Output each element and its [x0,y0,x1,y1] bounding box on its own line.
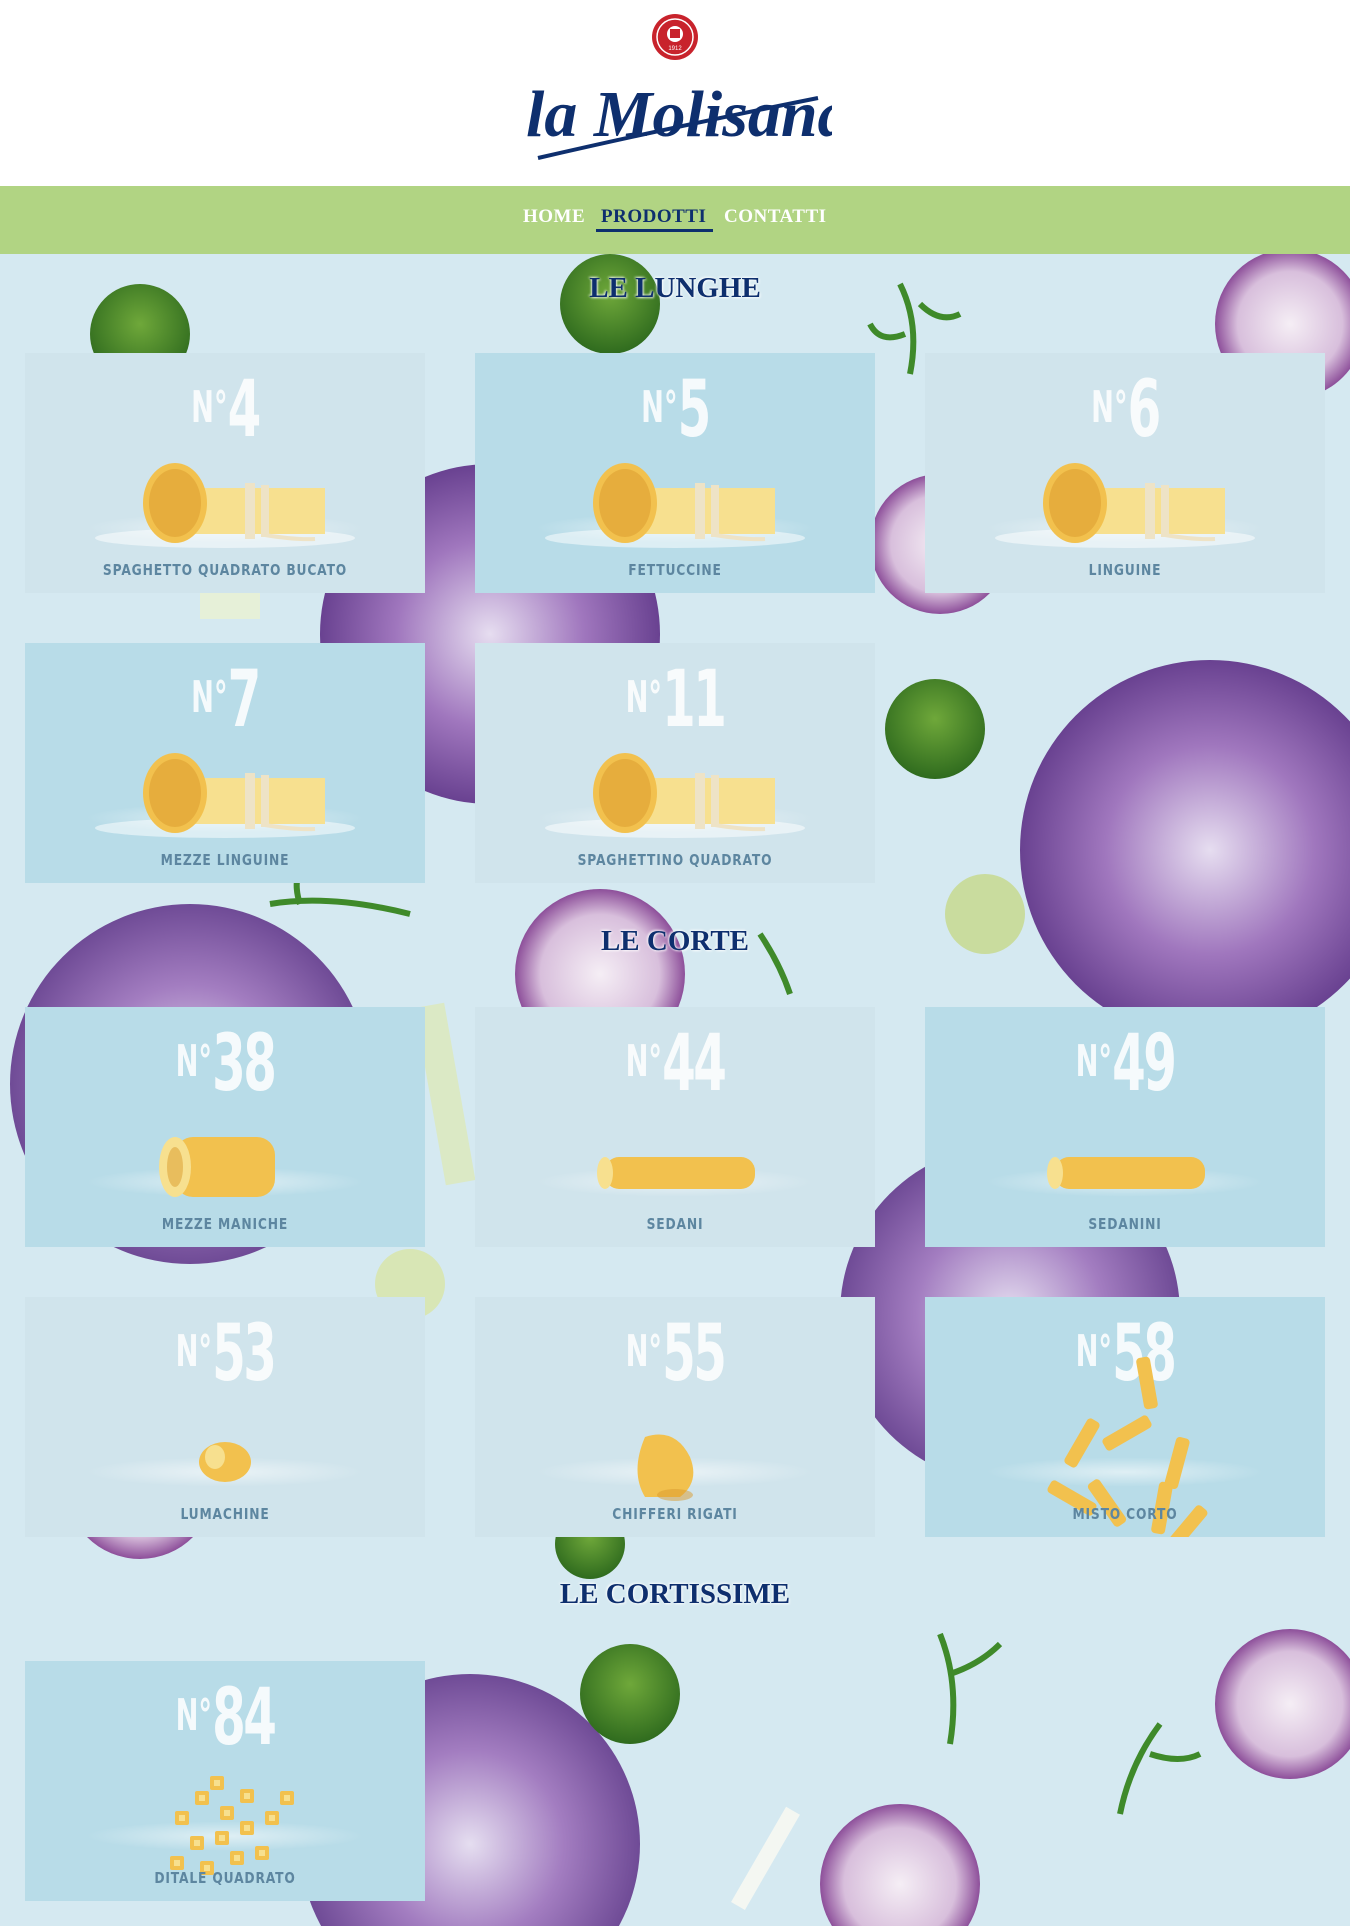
pasta-image [545,753,805,838]
product-card[interactable]: N°58 MISTO CORTO [925,1297,1325,1537]
section-title-lunghe: LE LUNGHE [589,272,761,304]
brand-seal-icon: 1912 [652,14,698,60]
pasta-image [637,1434,694,1501]
pasta-image [95,463,355,548]
product-name: SEDANINI [1088,1215,1162,1233]
pasta-image [597,1157,755,1189]
pasta-image [159,1137,275,1197]
pasta-image [95,753,355,838]
product-card[interactable]: N°7 MEZZE LINGUINE [25,643,425,883]
nav-active-indicator [596,229,713,232]
product-name: SEDANI [646,1215,704,1233]
product-name: LINGUINE [1088,561,1162,579]
product-card[interactable]: N°4 SPAGHETTO QUADRATO BUCATO [25,353,425,593]
nav-prodotti[interactable]: PRODOTTI [601,206,706,228]
product-name: SPAGHETTINO QUADRATO [577,851,773,869]
product-name: DITALE QUADRATO [154,1869,296,1887]
product-card[interactable]: N°84 DITALE QUADRATO [25,1661,425,1901]
product-card[interactable]: N°55 CHIFFERI RIGATI [475,1297,875,1537]
pasta-image [170,1776,294,1875]
main-nav: HOME PRODOTTI CONTATTI [0,186,1350,254]
pasta-image [1047,1157,1205,1189]
product-name: FETTUCCINE [628,561,722,579]
product-name: LUMACHINE [180,1505,270,1523]
brand-logo[interactable]: la Molisana [518,58,832,168]
product-card[interactable]: N°38 MEZZE MANICHE [25,1007,425,1247]
product-card[interactable]: N°6 LINGUINE [925,353,1325,593]
product-name: SPAGHETTO QUADRATO BUCATO [102,561,348,579]
product-name: MEZZE LINGUINE [160,851,290,869]
product-name: CHIFFERI RIGATI [612,1505,738,1523]
logo-text: la Molisana [526,78,832,151]
pasta-image [1047,1356,1208,1537]
pasta-image [995,463,1255,548]
product-card[interactable]: N°53 LUMACHINE [25,1297,425,1537]
product-card[interactable]: N°11 SPAGHETTINO QUADRATO [475,643,875,883]
nav-home[interactable]: HOME [523,206,585,228]
product-name: MISTO CORTO [1072,1505,1178,1523]
section-title-cortissime: LE CORTISSIME [559,1578,791,1610]
nav-contatti[interactable]: CONTATTI [724,206,827,228]
product-name: MEZZE MANICHE [161,1215,289,1233]
site-header: 1912 la Molisana [0,0,1350,186]
seal-year: 1912 [668,46,682,52]
pasta-image [199,1442,251,1482]
section-title-corte: LE CORTE [600,925,750,957]
product-card[interactable]: N°44 SEDANI [475,1007,875,1247]
product-card[interactable]: N°5 FETTUCCINE [475,353,875,593]
pasta-image [545,463,805,548]
product-card[interactable]: N°49 SEDANINI [925,1007,1325,1247]
